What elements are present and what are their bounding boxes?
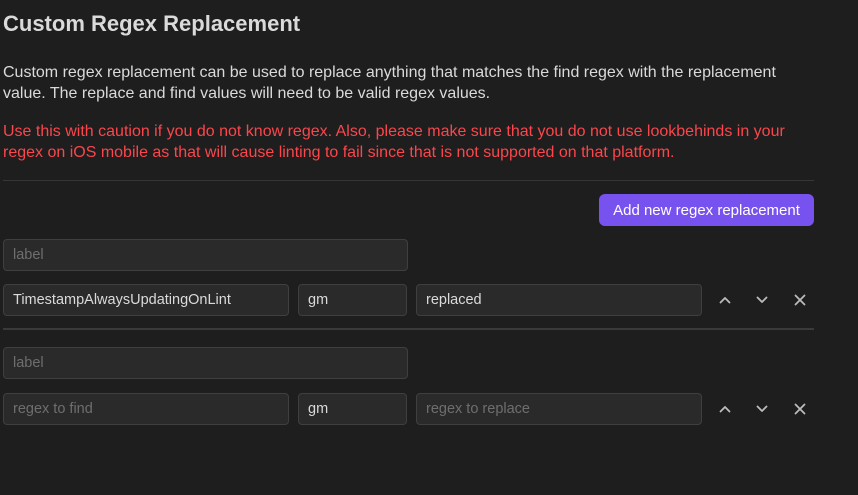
divider	[3, 180, 814, 181]
regex-flags-input[interactable]	[298, 393, 407, 425]
regex-replace-input[interactable]	[416, 393, 702, 425]
section-description: Custom regex replacement can be used to …	[3, 64, 776, 102]
close-icon[interactable]	[787, 396, 813, 422]
regex-find-input[interactable]	[3, 284, 289, 316]
regex-replace-input[interactable]	[416, 284, 702, 316]
section-title: Custom Regex Replacement	[3, 11, 301, 36]
chevron-down-icon[interactable]	[749, 396, 775, 422]
add-regex-replacement-button[interactable]: Add new regex replacement	[599, 194, 814, 226]
chevron-up-icon[interactable]	[712, 287, 738, 313]
chevron-down-icon[interactable]	[749, 287, 775, 313]
regex-find-input[interactable]	[3, 393, 289, 425]
settings-page: Custom Regex Replacement Custom regex re…	[0, 0, 858, 495]
chevron-up-icon[interactable]	[712, 396, 738, 422]
warning-text: Use this with caution if you do not know…	[3, 123, 785, 161]
divider	[3, 328, 814, 330]
rule-label-input[interactable]	[3, 239, 408, 271]
regex-flags-input[interactable]	[298, 284, 407, 316]
close-icon[interactable]	[787, 287, 813, 313]
rule-label-input[interactable]	[3, 347, 408, 379]
